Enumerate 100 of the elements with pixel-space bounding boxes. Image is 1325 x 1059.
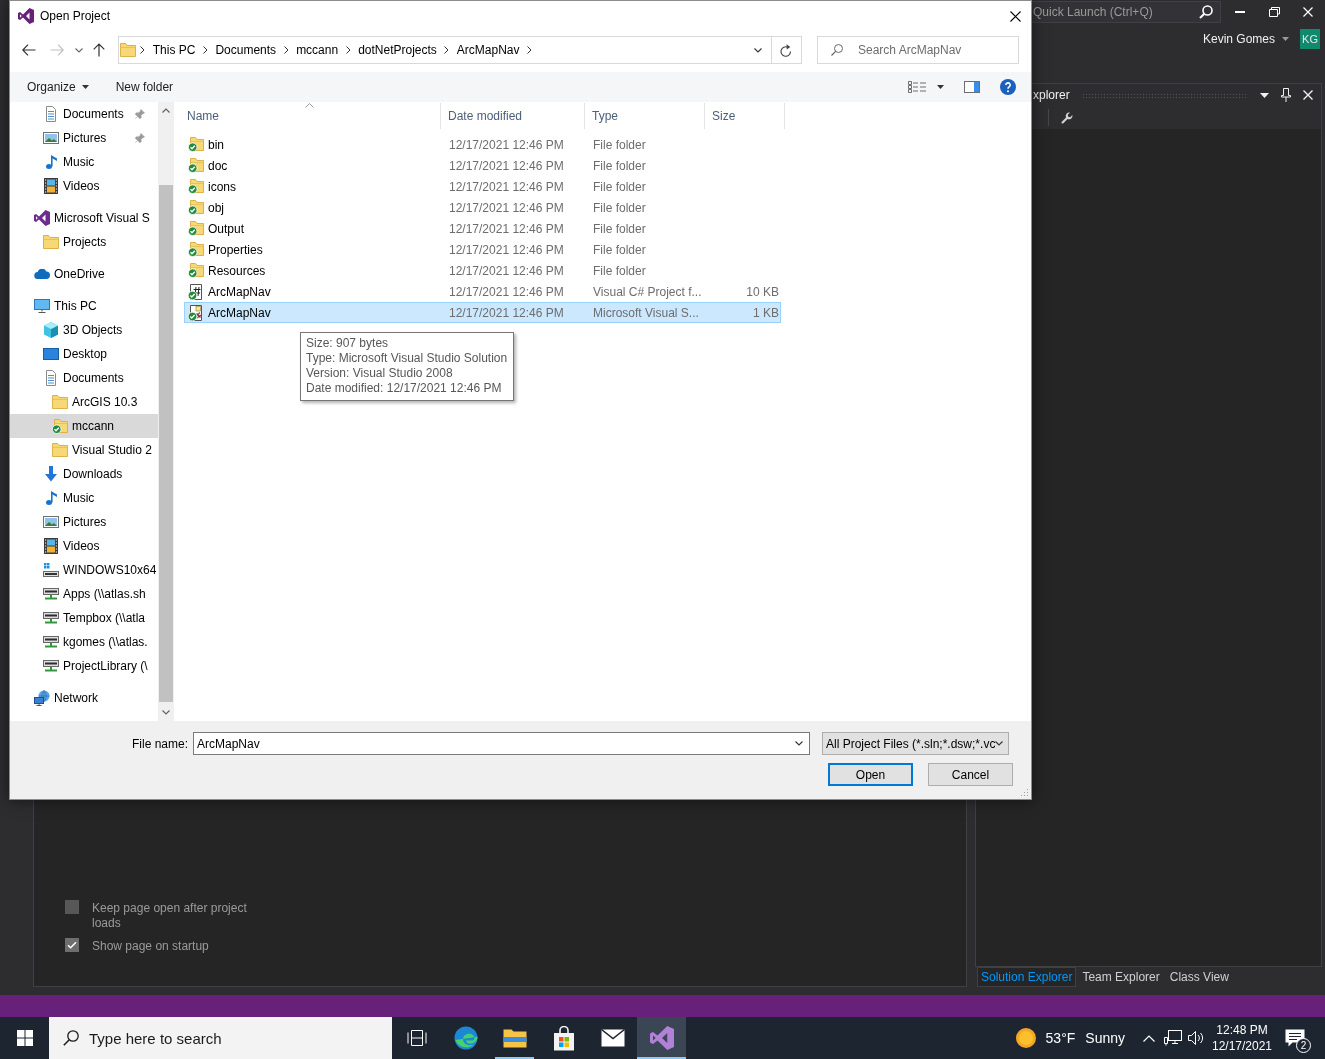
sidebar-item[interactable]: Desktop <box>10 342 158 366</box>
address-bar[interactable]: This PC Documents mccann dotNetProjects ArcMapNav <box>117 36 802 64</box>
sidebar-item[interactable]: kgomes (\\atlas. <box>10 630 158 654</box>
sidebar-item[interactable]: Network <box>10 686 158 710</box>
sidebar-item[interactable]: 3D Objects <box>10 318 158 342</box>
tool-tab[interactable]: Solution Explorer <box>977 967 1077 987</box>
sidebar-item[interactable]: WINDOWS10x64 <box>10 558 158 582</box>
breadcrumb[interactable]: ArcMapNav <box>453 38 523 62</box>
network-globe-icon <box>34 690 50 706</box>
sidebar-item[interactable]: Projects <box>10 230 158 254</box>
checkbox[interactable] <box>65 938 79 952</box>
chevron-right-icon <box>140 46 146 54</box>
type-cell-text: File folder <box>592 158 647 173</box>
column-header[interactable]: Name <box>180 103 441 129</box>
date-cell-text: 12/17/2021 12:46 PM <box>448 242 565 257</box>
pin-button[interactable] <box>1279 86 1293 104</box>
resize-grip-icon <box>1020 788 1029 797</box>
file-name: doc <box>208 158 228 173</box>
file-name: bin <box>208 137 224 152</box>
sidebar-item[interactable]: Videos <box>10 534 158 558</box>
download-arrow-icon <box>45 466 57 482</box>
sidebar-item[interactable]: Videos <box>10 174 158 198</box>
sidebar-item[interactable]: Music <box>10 150 158 174</box>
sidebar-item[interactable]: Apps (\\atlas.sh <box>10 582 158 606</box>
synced-folder-icon <box>52 418 68 434</box>
sidebar-item[interactable]: Documents <box>10 366 158 390</box>
weather-button[interactable]: 53°F Sunny <box>1015 1017 1133 1059</box>
chevron-right-icon <box>444 46 450 54</box>
sidebar-item[interactable]: mccann <box>10 414 158 438</box>
network-drive-icon <box>43 660 59 672</box>
film-strip-icon <box>44 538 58 554</box>
sidebar-item[interactable]: Downloads <box>10 462 158 486</box>
synced-folder-icon <box>188 179 204 194</box>
column-header[interactable]: Type <box>585 103 705 129</box>
file-name-label: File name: <box>131 736 188 751</box>
sidebar-item[interactable]: Pictures <box>10 510 158 534</box>
ribbon-logo-icon <box>18 8 34 24</box>
project-file-icon <box>188 283 204 300</box>
search-field[interactable]: Search ArcMapNav <box>817 36 1019 64</box>
dialog-button[interactable]: Cancel <box>928 763 1013 786</box>
tool-tab[interactable]: Class View <box>1165 967 1233 987</box>
tooltip-line: Date modified: 12/17/2021 12:46 PM <box>306 381 503 396</box>
file-row[interactable]: doc 12/17/2021 12:46 PM File folder <box>184 155 781 176</box>
details-view-icon <box>908 81 926 93</box>
notification-button[interactable]: 2 <box>1275 1017 1315 1059</box>
sidebar-item[interactable]: This PC <box>10 294 158 318</box>
network-drive-icon <box>43 612 59 624</box>
tool-tab[interactable]: Team Explorer <box>1078 967 1164 987</box>
organize-menu[interactable]: Organize <box>27 75 89 99</box>
notification-count: 2 <box>1296 1038 1311 1053</box>
sun-icon <box>1015 1028 1036 1048</box>
sidebar-item[interactable]: Documents <box>10 102 158 126</box>
breadcrumb[interactable]: This PC <box>149 38 199 62</box>
clock-button[interactable]: 12:48 PM 12/17/2021 <box>1209 1017 1275 1059</box>
sidebar-item[interactable]: ArcGIS 10.3 <box>10 390 158 414</box>
date-cell-text: 12/17/2021 12:46 PM <box>448 221 565 236</box>
file-row[interactable]: obj 12/17/2021 12:46 PM File folder <box>184 197 781 218</box>
type-cell-text: File folder <box>592 263 647 278</box>
column-header[interactable]: Date modified <box>441 103 585 129</box>
sidebar-item[interactable]: OneDrive <box>10 262 158 286</box>
sidebar-item[interactable]: Visual Studio 2 <box>10 438 158 462</box>
file-type-dropdown[interactable]: All Project Files (*.sln;*.dsw;*.vc <box>822 732 1009 755</box>
date-cell-text: 12/17/2021 12:46 PM <box>448 305 565 320</box>
store-bag-icon <box>552 1025 575 1051</box>
file-row[interactable]: ArcMapNav 12/17/2021 12:46 PM Visual C# Project f... 10 KB <box>184 281 781 302</box>
sidebar-item[interactable]: Pictures <box>10 126 158 150</box>
sidebar-item[interactable]: Tempbox (\\atla <box>10 606 158 630</box>
breadcrumb[interactable]: mccann <box>293 38 342 62</box>
sidebar-item[interactable]: Music <box>10 486 158 510</box>
document-icon <box>46 106 56 122</box>
close-icon <box>1303 90 1313 100</box>
file-row[interactable]: icons 12/17/2021 12:46 PM File folder <box>184 176 781 197</box>
clock-date: 12/17/2021 <box>1211 1039 1273 1053</box>
dialog-button[interactable]: Open <box>828 763 913 786</box>
weather-condition: Sunny <box>1085 1030 1125 1046</box>
tooltip-line: Type: Microsoft Visual Studio Solution <box>306 351 508 366</box>
file-row[interactable]: Resources 12/17/2021 12:46 PM File folder <box>184 260 781 281</box>
new-folder-button[interactable]: New folder <box>115 75 174 99</box>
file-row[interactable]: Properties 12/17/2021 12:46 PM File folder <box>184 239 781 260</box>
sidebar-item[interactable]: ProjectLibrary (\ <box>10 654 158 678</box>
scroll-thumb[interactable] <box>159 185 173 702</box>
file-name: Output <box>208 221 245 236</box>
file-row[interactable]: Output 12/17/2021 12:46 PM File folder <box>184 218 781 239</box>
user-name[interactable]: Kevin Gomes <box>1202 32 1275 46</box>
breadcrumb[interactable]: dotNetProjects <box>355 38 440 62</box>
file-row[interactable]: bin 12/17/2021 12:46 PM File folder <box>184 134 781 155</box>
search-field[interactable]: Type here to search <box>49 1017 392 1059</box>
tooltip-line: Size: 907 bytes <box>306 336 390 351</box>
sidebar-item[interactable]: Microsoft Visual S <box>10 206 158 230</box>
checkbox[interactable] <box>65 900 79 914</box>
temperature-text: 53°F <box>1045 1030 1076 1046</box>
file-row[interactable]: ArcMapNav 12/17/2021 12:46 PM Microsoft Visual S... 1 KB <box>184 302 781 323</box>
avatar-badge[interactable]: KG <box>1300 29 1320 49</box>
file-name-combo[interactable]: ArcMapNav <box>193 732 810 755</box>
breadcrumb[interactable]: Documents <box>212 38 280 62</box>
network-drive-icon <box>43 588 59 600</box>
column-header[interactable]: Size <box>705 103 785 129</box>
type-cell-text: File folder <box>592 221 647 236</box>
chevron-right-icon <box>202 46 208 54</box>
clock-time: 12:48 PM <box>1216 1023 1268 1037</box>
